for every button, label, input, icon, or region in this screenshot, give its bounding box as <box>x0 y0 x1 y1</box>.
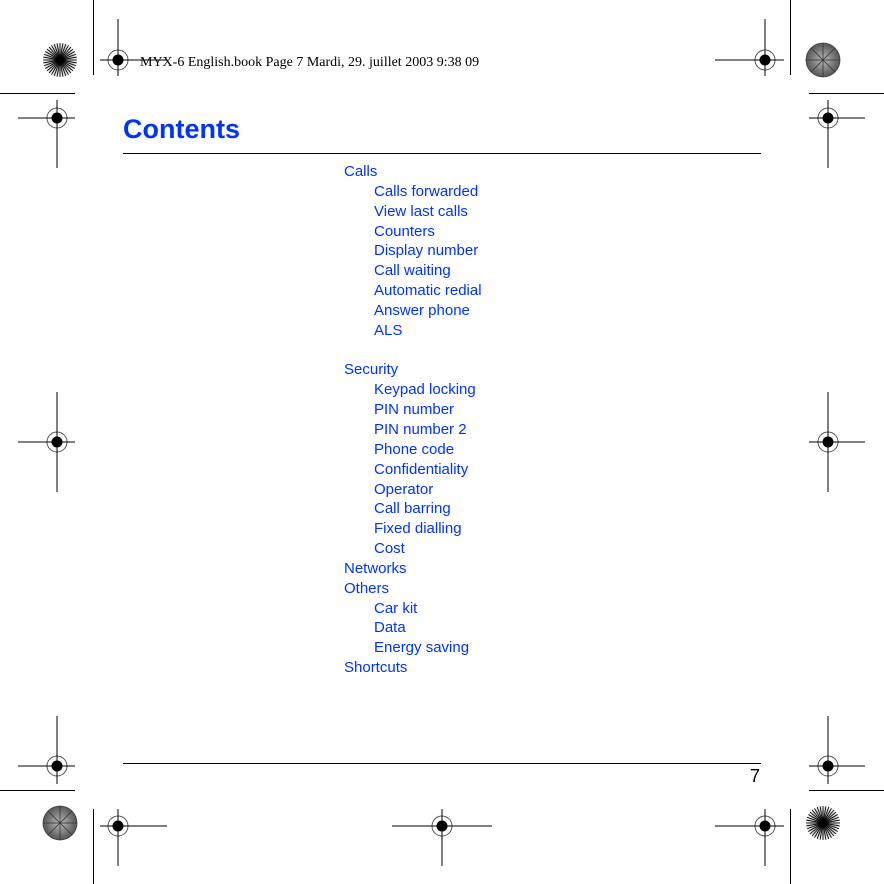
toc-entry[interactable]: Calls <box>344 162 482 182</box>
toc-subentry[interactable]: Automatic redial <box>344 281 482 301</box>
toc-subentry[interactable]: PIN number 2 <box>344 420 482 440</box>
toc-spacer <box>344 341 482 361</box>
toc-entry[interactable]: Shortcuts <box>344 658 482 678</box>
star-target <box>43 43 77 77</box>
toc-subentry[interactable]: Call barring <box>344 499 482 519</box>
page-title: Contents <box>123 114 240 144</box>
star-target <box>805 42 841 78</box>
toc-subentry[interactable]: Answer phone <box>344 301 482 321</box>
toc-subentry[interactable]: Calls forwarded <box>344 182 482 202</box>
toc-subentry[interactable]: Operator <box>344 480 482 500</box>
toc-subentry[interactable]: Confidentiality <box>344 460 482 480</box>
footer-rule <box>123 763 761 764</box>
toc-subentry[interactable]: Phone code <box>344 440 482 460</box>
title-rule <box>123 153 761 154</box>
toc-subentry[interactable]: Keypad locking <box>344 380 482 400</box>
toc-subentry[interactable]: Energy saving <box>344 638 482 658</box>
toc-subentry[interactable]: Counters <box>344 222 482 242</box>
toc-entry[interactable]: Others <box>344 579 482 599</box>
toc-subentry[interactable]: Car kit <box>344 599 482 619</box>
toc-subentry[interactable]: Cost <box>344 539 482 559</box>
toc-subentry[interactable]: Fixed dialling <box>344 519 482 539</box>
print-info-header: MYX-6 English.book Page 7 Mardi, 29. jui… <box>140 55 480 70</box>
star-target <box>42 805 78 841</box>
star-target <box>806 806 840 840</box>
table-of-contents: Calls Calls forwarded View last calls Count… <box>344 162 482 678</box>
toc-subentry[interactable]: Data <box>344 618 482 638</box>
toc-subentry[interactable]: PIN number <box>344 400 482 420</box>
toc-subentry[interactable]: ALS <box>344 321 482 341</box>
toc-subentry[interactable]: Call waiting <box>344 261 482 281</box>
toc-entry[interactable]: Networks <box>344 559 482 579</box>
page-number: 7 <box>749 766 760 786</box>
toc-subentry[interactable]: View last calls <box>344 202 482 222</box>
toc-subentry[interactable]: Display number <box>344 241 482 261</box>
toc-entry[interactable]: Security <box>344 360 482 380</box>
